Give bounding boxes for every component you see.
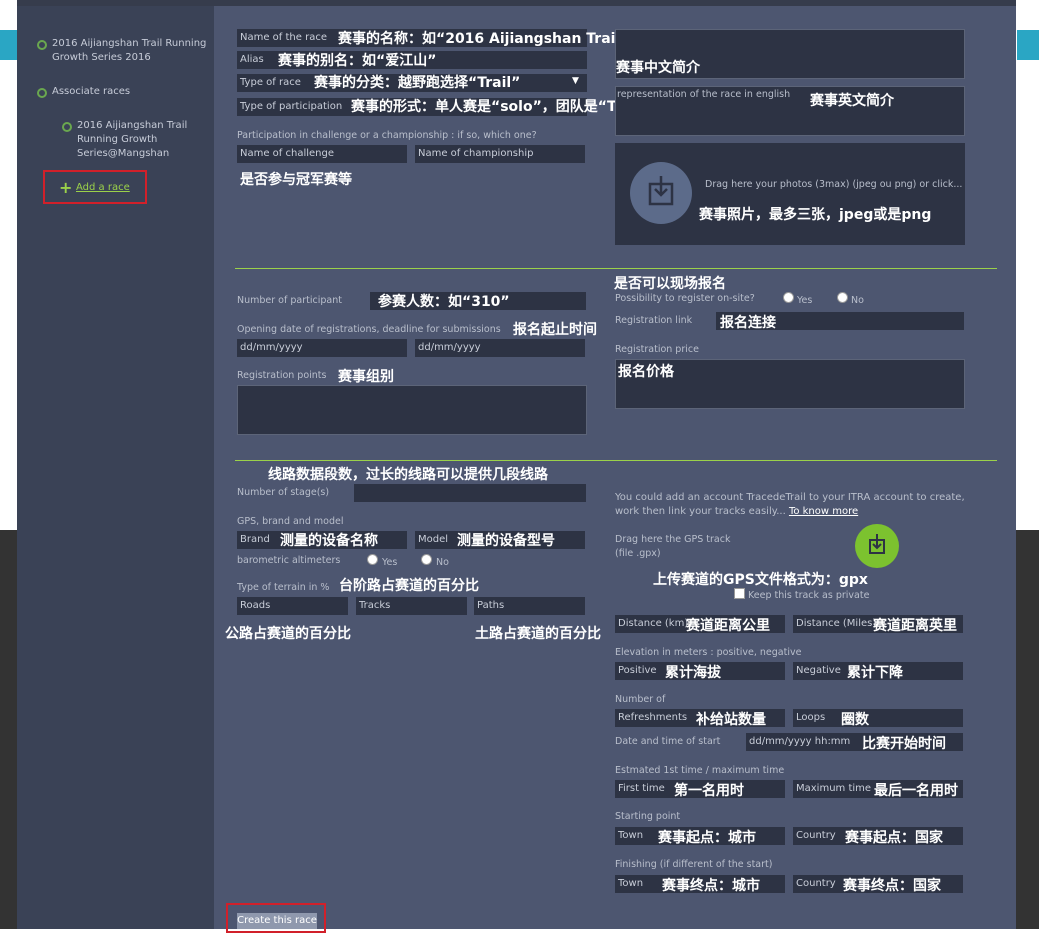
description-english-annotation: 赛事英文简介 xyxy=(810,93,894,109)
onsite-annotation: 是否可以现场报名 xyxy=(614,276,726,292)
onsite-no-label: No xyxy=(851,295,864,306)
barometric-no-label: No xyxy=(436,557,449,568)
photo-upload-annotation: 赛事照片，最多三张，jpeg或是png xyxy=(699,207,932,223)
starting-point-label: Starting point xyxy=(615,811,681,822)
elevation-negative-annotation: 累计下降 xyxy=(847,665,903,681)
barometric-no-radio[interactable] xyxy=(421,554,432,565)
barometric-yes-label: Yes xyxy=(382,557,398,568)
start-country-annotation: 赛事起点：国家 xyxy=(845,830,943,846)
first-time-annotation: 第一名用时 xyxy=(674,783,744,799)
upload-icon[interactable] xyxy=(630,162,692,224)
section-divider xyxy=(235,268,997,269)
start-town-annotation: 赛事起点：城市 xyxy=(658,830,756,846)
onsite-no-radio[interactable] xyxy=(837,292,848,303)
type-of-participation-annotation: 赛事的形式：单人赛是“solo”，团队是“Team” xyxy=(351,99,658,115)
barometric-label: barometric altimeters xyxy=(237,555,341,566)
accent-stripe-right xyxy=(1017,30,1039,60)
start-datetime-label: Date and time of start xyxy=(615,736,721,747)
private-track-checkbox[interactable] xyxy=(734,588,745,599)
number-of-label: Number of xyxy=(615,694,666,705)
challenge-annotation: 是否参与冠军赛等 xyxy=(240,172,352,188)
gps-brand-annotation: 测量的设备名称 xyxy=(280,533,378,549)
finishing-label: Finishing (if different of the start) xyxy=(615,859,773,870)
gps-track-label: Drag here the GPS track xyxy=(615,534,731,545)
terrain-roads-annotation: 公路占赛道的百分比 xyxy=(225,626,351,642)
opening-label: Opening date of registrations, deadline … xyxy=(237,324,501,335)
elevation-positive-annotation: 累计海拔 xyxy=(665,665,721,681)
stages-annotation: 线路数据段数，过长的线路可以提供几段线路 xyxy=(268,467,548,483)
registration-link-annotation: 报名连接 xyxy=(720,315,776,331)
championship-input[interactable]: Name of championship xyxy=(415,145,585,163)
bullet-icon xyxy=(62,122,72,132)
alias-annotation: 赛事的别名：如“爱江山” xyxy=(278,53,437,69)
barometric-yes-radio[interactable] xyxy=(367,554,378,565)
bullet-icon xyxy=(37,40,47,50)
distance-km-annotation: 赛道距离公里 xyxy=(686,618,770,634)
know-more-link[interactable]: To know more xyxy=(789,506,858,517)
elevation-label: Elevation in meters : positive, negative xyxy=(615,647,802,658)
type-of-race-annotation: 赛事的分类：越野跑选择“Trail” xyxy=(314,75,521,91)
opening-annotation: 报名起止时间 xyxy=(513,322,597,338)
maximum-time-annotation: 最后一名用时 xyxy=(874,783,958,799)
challenge-input[interactable]: Name of challenge xyxy=(237,145,407,163)
gps-label: GPS, brand and model xyxy=(237,516,344,527)
participant-label: Number of participant xyxy=(237,295,342,306)
participant-annotation: 参赛人数：如“310” xyxy=(378,294,510,310)
registration-price-label: Registration price xyxy=(615,344,699,355)
registration-open-date-input[interactable]: dd/mm/yyyy xyxy=(237,339,407,357)
onsite-label: Possibility to register on-site? xyxy=(615,293,755,304)
registration-points-annotation: 赛事组别 xyxy=(338,369,394,385)
gpx-upload-icon[interactable] xyxy=(855,524,899,568)
estimated-time-label: Estmated 1st time / maximum time xyxy=(615,765,785,776)
plus-icon: + xyxy=(59,178,73,197)
gpx-annotation: 上传赛道的GPS文件格式为：gpx xyxy=(653,572,868,588)
loops-input[interactable]: Loops xyxy=(793,709,963,727)
loops-annotation: 圈数 xyxy=(841,712,869,728)
chevron-down-icon[interactable]: ▼ xyxy=(572,76,579,86)
registration-points-label: Registration points xyxy=(237,370,327,381)
create-race-button[interactable]: Create this race xyxy=(237,913,317,929)
section-divider xyxy=(235,460,997,461)
description-english-placeholder: representation of the race in english xyxy=(617,89,791,100)
onsite-yes-radio[interactable] xyxy=(783,292,794,303)
registration-deadline-input[interactable]: dd/mm/yyyy xyxy=(415,339,585,357)
stages-label: Number of stage(s) xyxy=(237,487,330,498)
registration-price-annotation: 报名价格 xyxy=(618,364,674,380)
photo-upload-text: Drag here your photos (3max) (jpeg ou pn… xyxy=(705,179,963,190)
sidebar-item-sub-race[interactable]: 2016 Aijiangshan Trail Running Growth Se… xyxy=(77,119,197,161)
registration-link-label: Registration link xyxy=(615,315,693,326)
accent-stripe-left xyxy=(0,30,18,60)
sidebar-item-race[interactable]: 2016 Aijiangshan Trail Running Growth Se… xyxy=(52,37,207,65)
terrain-roads-input[interactable]: Roads xyxy=(237,597,348,615)
terrain-tracks-input[interactable]: Tracks xyxy=(356,597,467,615)
description-annotation: 赛事中文简介 xyxy=(616,60,700,76)
terrain-label: Type of terrain in % xyxy=(237,582,330,593)
private-track-label: Keep this track as private xyxy=(748,590,870,601)
sidebar-item-associate-races[interactable]: Associate races xyxy=(52,85,130,99)
terrain-paths-input[interactable]: Paths xyxy=(474,597,585,615)
start-datetime-annotation: 比赛开始时间 xyxy=(862,736,946,752)
gps-track-sublabel: (file .gpx) xyxy=(615,548,661,559)
gps-model-annotation: 测量的设备型号 xyxy=(457,533,555,549)
add-race-link[interactable]: Add a race xyxy=(76,182,130,193)
terrain-annotation: 台阶路占赛道的百分比 xyxy=(339,578,479,594)
onsite-yes-label: Yes xyxy=(797,295,813,306)
terrain-paths-annotation: 土路占赛道的百分比 xyxy=(475,626,601,642)
tracede-info-text: You could add an account TracedeTrail to… xyxy=(615,492,965,517)
refreshments-annotation: 补给站数量 xyxy=(696,712,766,728)
finish-country-annotation: 赛事终点：国家 xyxy=(843,878,941,894)
distance-miles-annotation: 赛道距离英里 xyxy=(873,618,957,634)
registration-points-textarea[interactable] xyxy=(237,385,587,435)
stages-input[interactable] xyxy=(354,484,586,502)
finish-town-annotation: 赛事终点：城市 xyxy=(662,878,760,894)
challenge-label: Participation in challenge or a champion… xyxy=(237,130,537,141)
bullet-icon xyxy=(37,88,47,98)
